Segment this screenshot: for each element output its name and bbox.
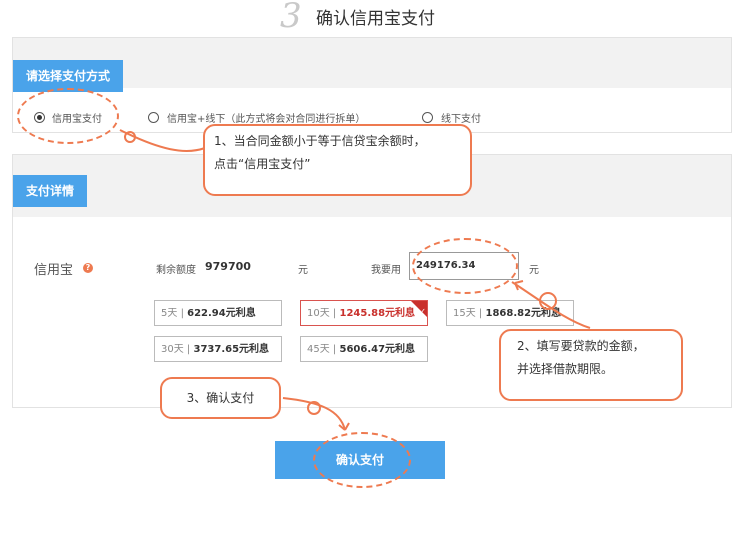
highlight-loan-amount <box>412 238 518 294</box>
callout-step-2: 2、填写要贷款的金额， 并选择借款期限。 <box>499 329 683 401</box>
callout-1-line-2: 点击“信用宝支付” <box>214 157 311 171</box>
highlight-credit-pay <box>17 88 119 144</box>
callout-step-3: 3、确认支付 <box>160 377 281 419</box>
callout-2-line-2: 并选择借款期限。 <box>517 362 614 376</box>
callout-2-line-1: 2、填写要贷款的金额， <box>517 339 645 353</box>
callout-3-text: 3、确认支付 <box>186 391 255 405</box>
callout-step-1: 1、当合同金额小于等于信贷宝余额时， 点击“信用宝支付” <box>203 124 472 196</box>
callout-1-line-1: 1、当合同金额小于等于信贷宝余额时， <box>214 134 426 148</box>
highlight-confirm-button <box>313 432 411 488</box>
arrow-2 <box>511 281 591 329</box>
